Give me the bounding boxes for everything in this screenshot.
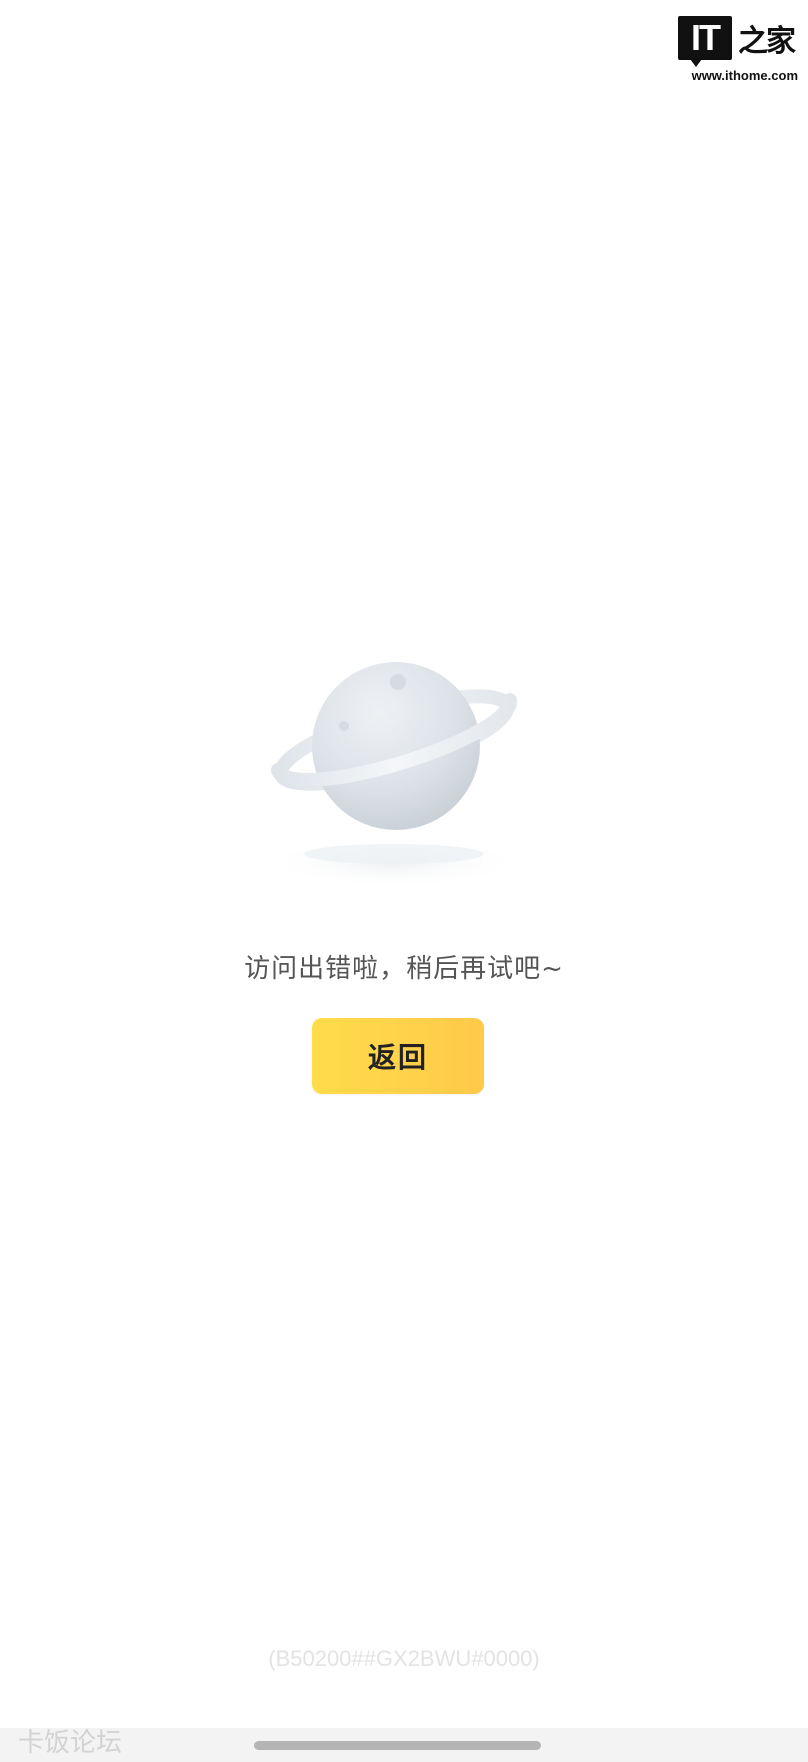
back-button[interactable]: 返回 xyxy=(312,1018,484,1094)
error-code: (B50200##GX2BWU#0000) xyxy=(268,1646,540,1671)
ithome-logo: IT 之家 xyxy=(678,14,798,67)
planet-icon xyxy=(264,640,524,900)
forum-watermark: 卡饭论坛 xyxy=(18,1728,123,1758)
error-message: 访问出错啦，稍后再试吧~ xyxy=(244,954,564,984)
ithome-watermark: IT 之家 www.ithome.com xyxy=(678,14,798,84)
home-indicator[interactable] xyxy=(254,1741,541,1750)
ithome-url: www.ithome.com xyxy=(691,68,798,83)
ithome-logo-it: IT xyxy=(678,16,732,67)
ithome-logo-chinese: 之家 xyxy=(738,24,796,59)
